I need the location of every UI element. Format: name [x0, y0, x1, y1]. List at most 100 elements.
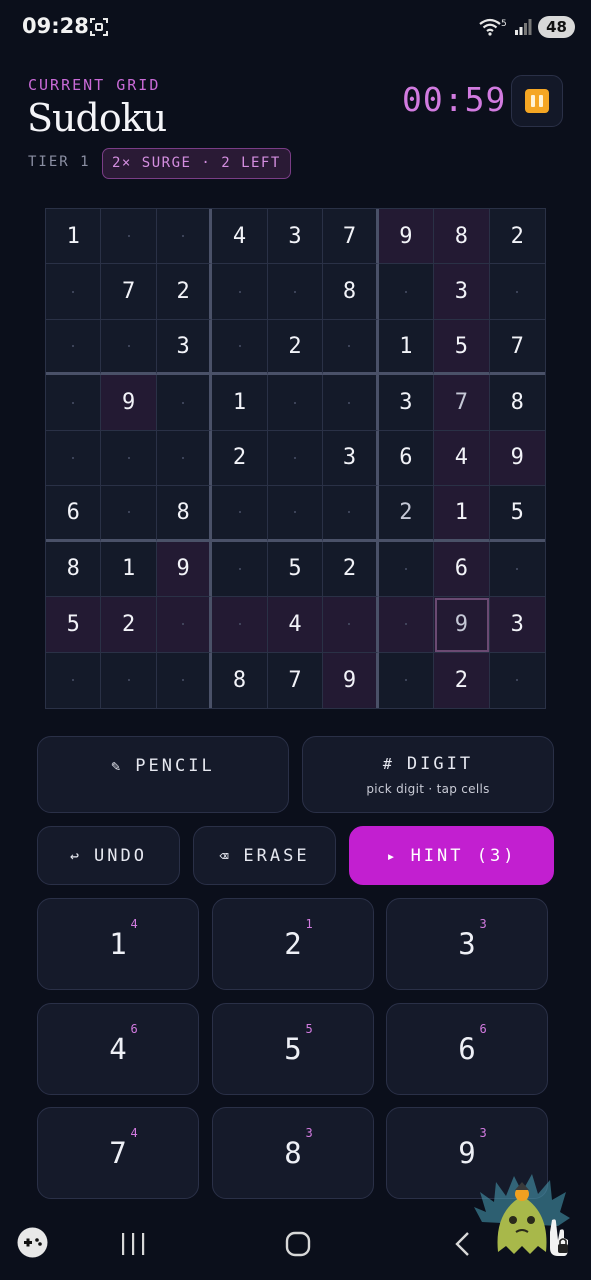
grid-cell-r3c2[interactable] [101, 319, 157, 376]
grid-cell-r9c5[interactable]: 7 [267, 652, 324, 708]
grid-cell-r1c6[interactable]: 7 [323, 209, 379, 265]
erase-button[interactable]: ⌫ ERASE [193, 826, 336, 885]
grid-cell-r4c4[interactable]: 1 [212, 375, 268, 431]
grid-cell-r7c7[interactable] [378, 541, 435, 598]
keypad-key-1[interactable]: 14 [37, 898, 199, 990]
back-icon[interactable] [452, 1230, 474, 1258]
grid-cell-r6c6[interactable] [323, 486, 379, 542]
grid-cell-r4c6[interactable] [323, 375, 379, 431]
grid-cell-r7c4[interactable] [212, 541, 268, 598]
grid-cell-r8c9[interactable]: 3 [489, 597, 545, 653]
grid-cell-r3c1[interactable] [46, 319, 102, 376]
grid-cell-r8c5[interactable]: 4 [267, 597, 324, 653]
grid-cell-r4c5[interactable] [267, 375, 324, 431]
grid-cell-r5c9[interactable]: 9 [489, 430, 545, 487]
digit-button[interactable]: # DIGIT pick digit · tap cells [302, 736, 554, 813]
grid-cell-r9c1[interactable] [46, 652, 102, 708]
grid-cell-r6c9[interactable]: 5 [489, 486, 545, 542]
grid-cell-r2c5[interactable] [267, 264, 324, 320]
grid-cell-r8c2[interactable]: 2 [101, 597, 157, 653]
grid-cell-r1c2[interactable] [101, 209, 157, 265]
grid-cell-r5c5[interactable] [267, 430, 324, 487]
grid-cell-r2c7[interactable] [378, 264, 435, 320]
grid-cell-r1c9[interactable]: 2 [489, 209, 545, 265]
ghost-mascot-icon [474, 1174, 570, 1256]
grid-cell-r5c8[interactable]: 4 [434, 430, 490, 487]
grid-cell-r1c8[interactable]: 8 [434, 209, 490, 265]
grid-cell-r9c6[interactable]: 9 [323, 652, 379, 708]
grid-cell-r4c1[interactable] [46, 375, 102, 431]
grid-cell-r8c7[interactable] [378, 597, 435, 653]
grid-cell-r5c1[interactable] [46, 430, 102, 487]
keypad-key-6[interactable]: 66 [386, 1003, 548, 1095]
grid-cell-r3c8[interactable]: 5 [434, 319, 490, 376]
pencil-button[interactable]: ✎ PENCIL [37, 736, 289, 813]
undo-button[interactable]: ↩ UNDO [37, 826, 180, 885]
grid-cell-r7c3[interactable]: 9 [156, 541, 213, 598]
grid-cell-r2c9[interactable] [489, 264, 545, 320]
grid-cell-r5c6[interactable]: 3 [323, 430, 379, 487]
grid-cell-r1c1[interactable]: 1 [46, 209, 102, 265]
grid-cell-r1c5[interactable]: 3 [267, 209, 324, 265]
grid-cell-r7c1[interactable]: 8 [46, 541, 102, 598]
keypad-key-5[interactable]: 55 [212, 1003, 374, 1095]
grid-cell-r6c5[interactable] [267, 486, 324, 542]
grid-cell-r7c6[interactable]: 2 [323, 541, 379, 598]
grid-cell-r5c3[interactable] [156, 430, 213, 487]
grid-cell-r3c3[interactable]: 3 [156, 319, 213, 376]
grid-cell-r2c3[interactable]: 2 [156, 264, 213, 320]
grid-cell-r5c4[interactable]: 2 [212, 430, 268, 487]
grid-cell-r6c3[interactable]: 8 [156, 486, 213, 542]
grid-cell-r5c7[interactable]: 6 [378, 430, 435, 487]
grid-cell-r1c3[interactable] [156, 209, 213, 265]
grid-cell-r8c4[interactable] [212, 597, 268, 653]
keypad-key-3[interactable]: 33 [386, 898, 548, 990]
home-icon[interactable] [285, 1231, 311, 1257]
game-launcher-icon[interactable] [17, 1227, 48, 1258]
grid-cell-r2c6[interactable]: 8 [323, 264, 379, 320]
grid-cell-r7c5[interactable]: 5 [267, 541, 324, 598]
grid-cell-r9c9[interactable] [489, 652, 545, 708]
grid-cell-r8c1[interactable]: 5 [46, 597, 102, 653]
grid-cell-r2c8[interactable]: 3 [434, 264, 490, 320]
grid-cell-r6c8[interactable]: 1 [434, 486, 490, 542]
grid-cell-r9c7[interactable] [378, 652, 435, 708]
grid-cell-r7c2[interactable]: 1 [101, 541, 157, 598]
grid-cell-r3c9[interactable]: 7 [489, 319, 545, 376]
grid-cell-r3c6[interactable] [323, 319, 379, 376]
grid-cell-r6c2[interactable] [101, 486, 157, 542]
grid-cell-r1c7[interactable]: 9 [378, 209, 435, 265]
grid-cell-r9c2[interactable] [101, 652, 157, 708]
grid-cell-r6c1[interactable]: 6 [46, 486, 102, 542]
grid-cell-r8c3[interactable] [156, 597, 213, 653]
grid-cell-r9c3[interactable] [156, 652, 213, 708]
keypad-key-7[interactable]: 74 [37, 1107, 199, 1199]
grid-cell-r4c8[interactable]: 7 [434, 375, 490, 431]
recent-apps-icon[interactable] [119, 1232, 147, 1256]
grid-cell-r8c6[interactable] [323, 597, 379, 653]
grid-cell-r2c1[interactable] [46, 264, 102, 320]
grid-cell-r8c8[interactable]: 9 [434, 597, 490, 653]
hint-button[interactable]: ▸ HINT (3) [349, 826, 554, 885]
grid-cell-r3c4[interactable] [212, 319, 268, 376]
grid-cell-r4c9[interactable]: 8 [489, 375, 545, 431]
grid-cell-r2c2[interactable]: 7 [101, 264, 157, 320]
grid-cell-r4c3[interactable] [156, 375, 213, 431]
grid-cell-r6c4[interactable] [212, 486, 268, 542]
grid-cell-r7c9[interactable] [489, 541, 545, 598]
grid-cell-r1c4[interactable]: 4 [212, 209, 268, 265]
keypad-key-8[interactable]: 83 [212, 1107, 374, 1199]
grid-cell-r6c7[interactable]: 2 [378, 486, 435, 542]
pause-button[interactable] [511, 75, 563, 127]
keypad-key-2[interactable]: 21 [212, 898, 374, 990]
grid-cell-r4c7[interactable]: 3 [378, 375, 435, 431]
keypad-key-4[interactable]: 46 [37, 1003, 199, 1095]
grid-cell-r4c2[interactable]: 9 [101, 375, 157, 431]
grid-cell-r2c4[interactable] [212, 264, 268, 320]
grid-cell-r7c8[interactable]: 6 [434, 541, 490, 598]
grid-cell-r9c4[interactable]: 8 [212, 652, 268, 708]
grid-cell-r9c8[interactable]: 2 [434, 652, 490, 708]
grid-cell-r3c7[interactable]: 1 [378, 319, 435, 376]
grid-cell-r3c5[interactable]: 2 [267, 319, 324, 376]
grid-cell-r5c2[interactable] [101, 430, 157, 487]
